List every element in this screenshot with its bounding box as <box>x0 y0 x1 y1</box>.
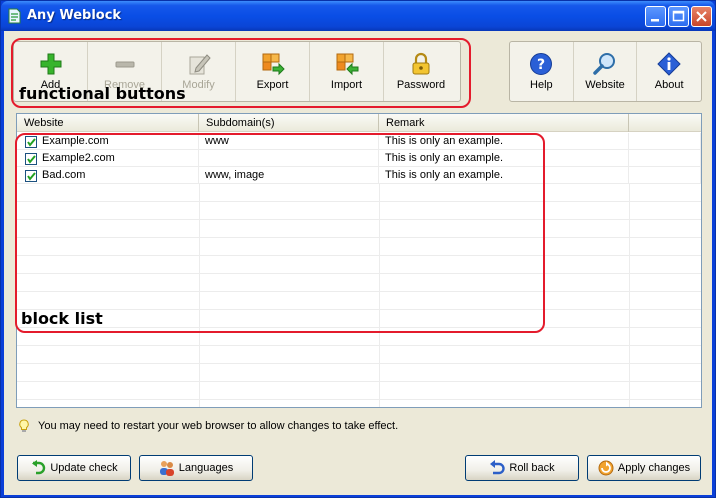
magnifier-icon <box>593 53 615 75</box>
about-label: About <box>654 79 684 91</box>
table-row[interactable]: Example.com www This is only an example. <box>17 133 701 150</box>
lightbulb-icon <box>19 419 29 432</box>
website-text: Bad.com <box>42 169 86 181</box>
hint-text: You may need to restart your web browser… <box>38 420 399 432</box>
subdomain-cell: www <box>199 133 379 150</box>
window-title: Any Weblock <box>27 8 122 23</box>
column-header-subdomains[interactable]: Subdomain(s) <box>199 114 379 132</box>
toolbar-right: ? Help Website About <box>509 41 702 102</box>
list-header: Website Subdomain(s) Remark <box>17 114 701 132</box>
client-area: Add Remove Modify Export Import Password… <box>4 31 712 495</box>
checkmark-icon <box>27 154 36 164</box>
website-cell: Example.com <box>17 133 199 150</box>
minus-icon <box>115 61 134 68</box>
checkmark-icon <box>27 171 36 181</box>
app-icon <box>8 8 21 24</box>
close-button[interactable] <box>691 6 712 27</box>
export-label: Export <box>256 79 289 91</box>
svg-text:?: ? <box>537 57 545 73</box>
import-button[interactable]: Import <box>310 42 384 101</box>
languages-label: Languages <box>178 462 234 474</box>
roll-back-button[interactable]: Roll back <box>465 455 579 481</box>
apply-changes-button[interactable]: Apply changes <box>587 455 701 481</box>
table-row[interactable]: Example2.com This is only an example. <box>17 150 701 167</box>
empty-grid <box>17 184 701 407</box>
list-rows: Example.com www This is only an example.… <box>17 133 701 184</box>
website-label: Website <box>585 79 625 91</box>
website-button[interactable]: Website <box>574 42 638 101</box>
title-bar[interactable]: Any Weblock <box>1 1 715 31</box>
row-checkbox[interactable] <box>25 152 37 165</box>
row-checkbox[interactable] <box>25 169 37 182</box>
website-text: Example2.com <box>42 152 115 164</box>
minimize-button[interactable] <box>645 6 666 27</box>
checkmark-icon <box>27 137 36 147</box>
about-button[interactable]: About <box>637 42 701 101</box>
help-label: Help <box>530 79 553 91</box>
column-header-website[interactable]: Website <box>17 114 199 132</box>
edit-icon <box>189 54 211 75</box>
restart-hint: You may need to restart your web browser… <box>18 419 398 433</box>
app-window: Any Weblock Add Remove Modify Export Imp… <box>0 0 716 498</box>
lock-icon <box>412 52 430 75</box>
info-icon <box>657 52 681 76</box>
languages-button[interactable]: Languages <box>139 455 253 481</box>
remark-cell: This is only an example. <box>379 150 629 167</box>
annotation-label-blocklist: block list <box>21 309 103 328</box>
password-button[interactable]: Password <box>384 42 458 101</box>
maximize-icon <box>672 10 685 22</box>
column-header-remark[interactable]: Remark <box>379 114 629 132</box>
blank-cell <box>629 150 701 167</box>
modify-label: Modify <box>182 79 215 91</box>
help-icon: ? <box>530 53 553 75</box>
subdomain-cell: www, image <box>199 167 379 184</box>
close-icon <box>696 11 707 22</box>
plus-icon <box>40 53 61 75</box>
remark-cell: This is only an example. <box>379 133 629 150</box>
annotation-label-functional: functional buttons <box>19 84 186 103</box>
roll-back-label: Roll back <box>509 462 555 474</box>
block-list[interactable]: Website Subdomain(s) Remark Example.com … <box>16 113 702 408</box>
website-cell: Bad.com <box>17 167 199 184</box>
undo-icon <box>490 460 506 475</box>
apply-icon <box>598 460 614 476</box>
export-button[interactable]: Export <box>236 42 310 101</box>
blank-cell <box>629 167 701 184</box>
update-check-button[interactable]: Update check <box>17 455 131 481</box>
column-header-blank <box>629 114 701 132</box>
remark-cell: This is only an example. <box>379 167 629 184</box>
website-cell: Example2.com <box>17 150 199 167</box>
password-label: Password <box>396 79 446 91</box>
subdomain-cell <box>199 150 379 167</box>
import-label: Import <box>330 79 363 91</box>
import-icon <box>336 53 358 76</box>
export-icon <box>262 53 285 76</box>
table-row[interactable]: Bad.com www, image This is only an examp… <box>17 167 701 184</box>
row-checkbox[interactable] <box>25 135 37 148</box>
update-check-label: Update check <box>50 462 118 474</box>
minimize-icon <box>651 19 659 22</box>
users-icon <box>159 461 174 476</box>
blank-cell <box>629 133 701 150</box>
refresh-arrow-icon <box>32 460 46 475</box>
apply-changes-label: Apply changes <box>617 462 691 474</box>
website-text: Example.com <box>42 135 109 147</box>
help-button[interactable]: ? Help <box>510 42 574 101</box>
maximize-button[interactable] <box>668 6 689 27</box>
